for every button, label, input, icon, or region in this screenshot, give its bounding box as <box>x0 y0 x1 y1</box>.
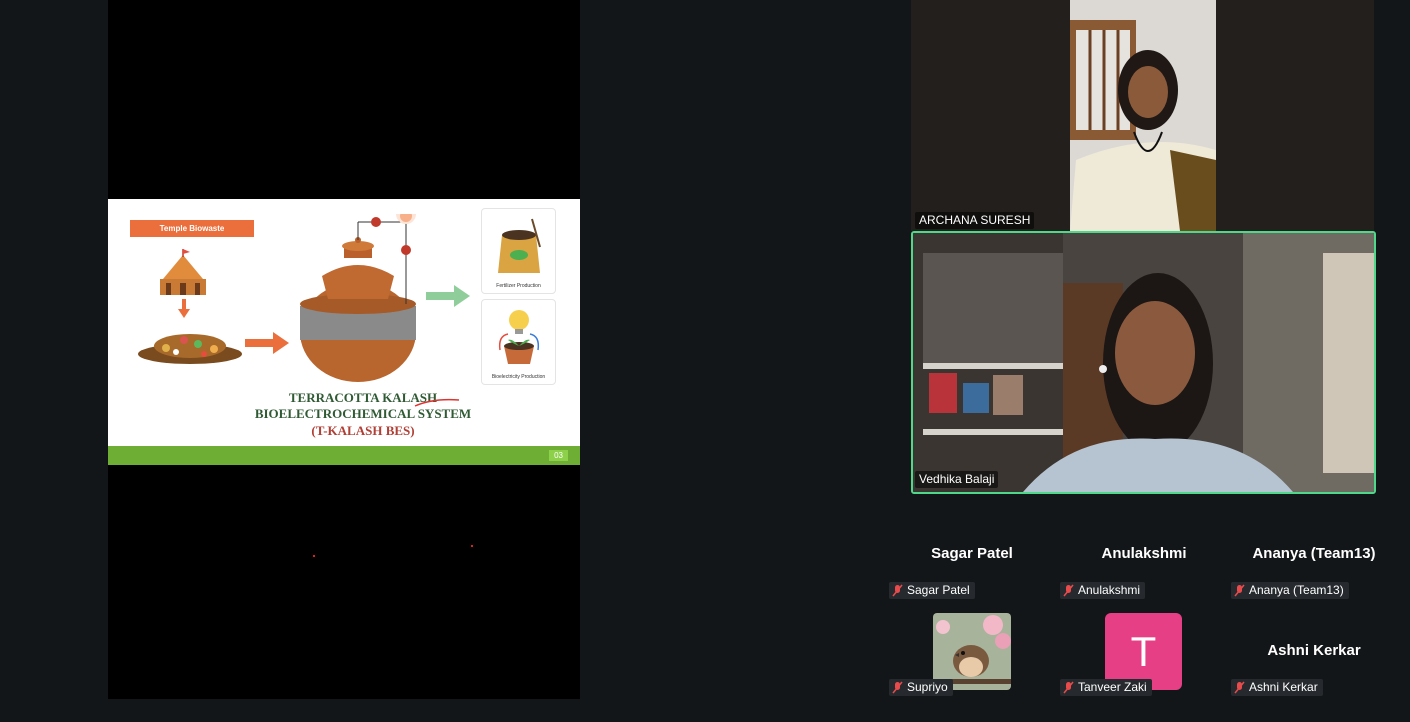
shared-screen[interactable]: Temple Biowaste Fertilizer Production Bi… <box>108 0 580 699</box>
pointer-dot <box>313 555 315 557</box>
bioelectricity-output-card: Bioelectricity Production <box>481 299 556 385</box>
participant-tile-name: Sagar Patel <box>931 545 1013 562</box>
terracotta-pot-illustration <box>300 214 416 382</box>
participant-tile-name: Anulakshmi <box>1101 545 1187 562</box>
participant-label-ananya[interactable]: Ananya (Team13) <box>1231 582 1349 599</box>
biowaste-pile-illustration <box>138 334 242 364</box>
mic-muted-icon <box>1234 681 1245 694</box>
arrow-right-green-icon <box>426 285 470 307</box>
participant-label-text: Ashni Kerkar <box>1249 680 1318 694</box>
meeting-window: Temple Biowaste Fertilizer Production Bi… <box>0 0 1410 722</box>
participant-video <box>1070 0 1216 231</box>
participant-label-text: Supriyo <box>907 680 948 694</box>
mic-muted-icon <box>1234 584 1245 597</box>
participant-label-supriyo[interactable]: Supriyo <box>889 679 953 696</box>
participant-label-sagar[interactable]: Sagar Patel <box>889 582 975 599</box>
down-arrow-icon <box>178 299 190 318</box>
arrow-right-icon <box>245 332 289 354</box>
fertilizer-bag-icon <box>498 218 541 273</box>
mic-muted-icon <box>892 584 903 597</box>
fertilizer-output-card: Fertilizer Production <box>481 208 556 294</box>
presentation-slide: Temple Biowaste Fertilizer Production Bi… <box>108 199 580 465</box>
bioelectricity-caption: Bioelectricity Production <box>491 374 546 380</box>
fertilizer-caption: Fertilizer Production <box>496 283 541 289</box>
participant-tile-name: Ananya (Team13) <box>1252 545 1376 562</box>
participant-label-anulakshmi[interactable]: Anulakshmi <box>1060 582 1146 599</box>
participant-label-text: Ananya (Team13) <box>1249 583 1344 597</box>
participant-label-ashni[interactable]: Ashni Kerkar <box>1231 679 1323 696</box>
participant-name-label: Vedhika Balaji <box>915 471 999 488</box>
slide-tag: Temple Biowaste <box>130 220 254 237</box>
participant-tile-name: Ashni Kerkar <box>1267 642 1361 659</box>
lightbulb-plant-icon <box>498 310 540 364</box>
participant-video <box>913 233 1374 492</box>
mic-muted-icon <box>892 681 903 694</box>
annotation-strike-mark <box>414 398 460 407</box>
participant-label-text: Tanveer Zaki <box>1078 680 1147 694</box>
video-tile-vedhika-active-speaker[interactable]: Vedhika Balaji <box>911 231 1376 494</box>
participant-label-text: Anulakshmi <box>1078 583 1141 597</box>
mic-muted-icon <box>1063 584 1074 597</box>
video-tile-archana[interactable]: ARCHANA SURESH <box>911 0 1374 231</box>
temple-illustration <box>160 249 206 295</box>
slide-footer-bar: 03 <box>108 446 580 465</box>
pointer-dot <box>471 545 473 547</box>
slide-page-number: 03 <box>549 450 568 461</box>
slide-title-line3: (T-KALASH BES) <box>311 423 415 438</box>
participant-label-tanveer[interactable]: Tanveer Zaki <box>1060 679 1152 696</box>
participant-label-text: Sagar Patel <box>907 583 970 597</box>
mic-muted-icon <box>1063 681 1074 694</box>
participant-name-label: ARCHANA SURESH <box>915 212 1035 229</box>
